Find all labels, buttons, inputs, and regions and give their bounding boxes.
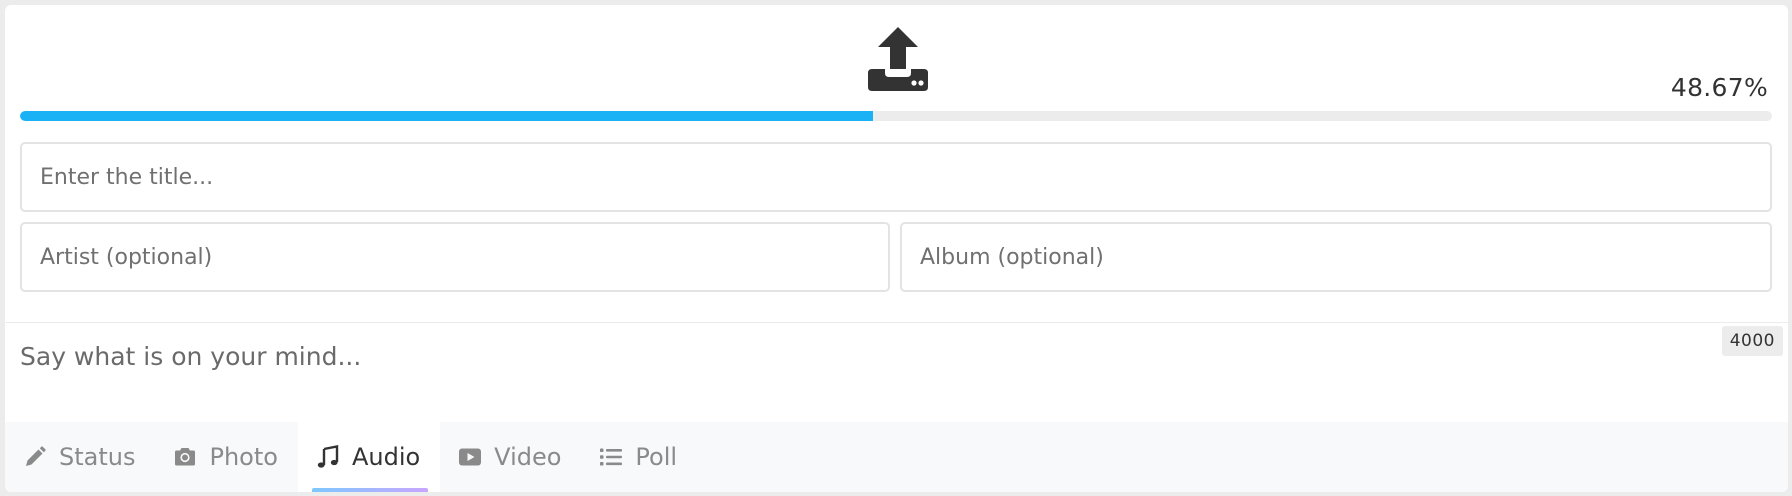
tab-video-label: Video	[494, 443, 562, 471]
title-input-placeholder: Enter the title...	[40, 164, 214, 190]
music-note-icon	[316, 445, 340, 469]
message-textarea[interactable]: Say what is on your mind...	[20, 342, 361, 371]
post-composer-card: 48.67% Enter the title... Artist (option…	[5, 5, 1788, 492]
artist-input-placeholder: Artist (optional)	[40, 244, 213, 270]
tab-poll[interactable]: Poll	[581, 422, 697, 492]
list-icon	[599, 445, 623, 469]
post-type-tabs: Status Photo Audio Video Poll	[5, 422, 1788, 492]
tab-photo[interactable]: Photo	[155, 422, 297, 492]
artist-input[interactable]: Artist (optional)	[20, 222, 890, 292]
tab-audio[interactable]: Audio	[297, 422, 441, 492]
video-play-icon	[458, 445, 482, 469]
upload-progress-percent: 48.67%	[1670, 73, 1768, 102]
album-input-placeholder: Album (optional)	[920, 244, 1104, 270]
character-counter: 4000	[1721, 326, 1783, 356]
tab-poll-label: Poll	[635, 443, 678, 471]
upload-progress-bar	[20, 111, 1772, 121]
tab-status[interactable]: Status	[5, 422, 155, 492]
pencil-icon	[23, 445, 47, 469]
audio-upload-area: 48.67% Enter the title... Artist (option…	[5, 5, 1788, 323]
tab-photo-label: Photo	[209, 443, 278, 471]
album-input[interactable]: Album (optional)	[900, 222, 1772, 292]
upload-tray-icon[interactable]	[862, 25, 934, 97]
title-input[interactable]: Enter the title...	[20, 142, 1772, 212]
tab-video[interactable]: Video	[440, 422, 581, 492]
upload-progress-fill	[20, 111, 873, 121]
tab-audio-label: Audio	[351, 443, 421, 471]
camera-icon	[173, 445, 197, 469]
tab-status-label: Status	[59, 443, 136, 471]
divider	[5, 322, 1788, 323]
